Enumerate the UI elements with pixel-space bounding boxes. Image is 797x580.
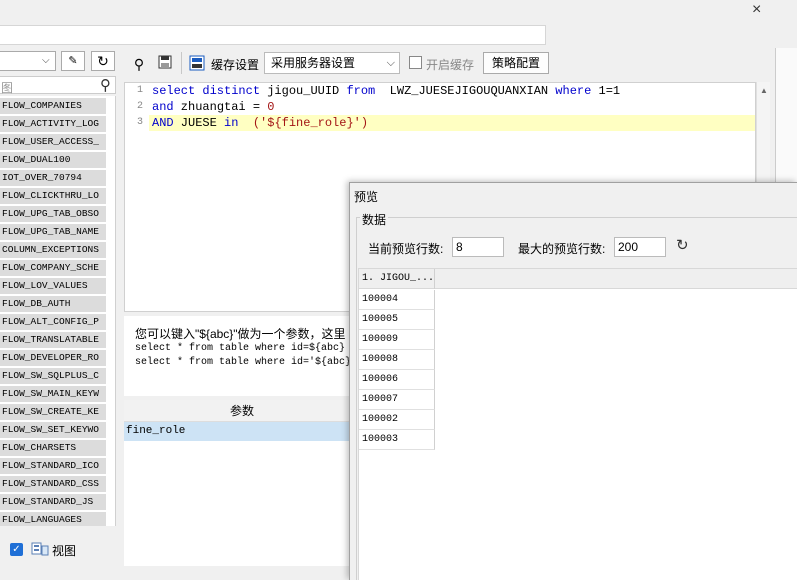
hint-text: 您可以键入"${abc}"做为一个参数，这里	[135, 327, 346, 341]
right-panel-edge	[775, 48, 797, 183]
code-keyword: AND	[152, 116, 174, 130]
current-rows-label: 当前预览行数:	[368, 242, 444, 256]
view-icon	[31, 541, 49, 557]
table-list-item[interactable]: FLOW_CLICKTHRU_LO	[0, 188, 106, 204]
table-list-item[interactable]: FLOW_DEVELOPER_RO	[0, 350, 106, 366]
table-list[interactable]: FLOW_COMPANIES FLOW_ACTIVITY_LOG FLOW_USER…	[0, 96, 116, 526]
code-text: LWZ_JUESEJIGOUQUANXIAN	[375, 84, 556, 98]
max-rows-input[interactable]: 200	[614, 237, 666, 257]
view-label: 视图	[52, 544, 77, 558]
grid-cell[interactable]: 100006	[359, 370, 435, 390]
line-number: 1	[136, 85, 143, 96]
table-list-item[interactable]: FLOW_SW_CREATE_KE	[0, 404, 106, 420]
line-number-gutter: 1 2 3	[125, 83, 149, 311]
table-list-item[interactable]: FLOW_DUAL100	[0, 152, 106, 168]
parameter-hint: 您可以键入"${abc}"做为一个参数，这里 select * from tab…	[124, 316, 360, 396]
table-list-item[interactable]: FLOW_TRANSLATABLE	[0, 332, 106, 348]
table-list-item[interactable]: FLOW_SW_SET_KEYWO	[0, 422, 106, 438]
toolbar-divider	[181, 52, 182, 74]
current-rows-input[interactable]: 8	[452, 237, 504, 257]
grid-cell[interactable]: 100002	[359, 410, 435, 430]
table-list-item[interactable]: FLOW_SW_SQLPLUS_C	[0, 368, 106, 384]
code-line-2[interactable]: and zhuangtai = 0	[152, 99, 274, 115]
code-keyword: and	[152, 100, 174, 114]
table-search-input[interactable]: 图 ⚲	[0, 76, 116, 95]
hint-example: select * from table where id='${abc}'	[135, 357, 358, 368]
code-keyword: from	[346, 84, 376, 98]
table-list-item[interactable]: FLOW_COMPANIES	[0, 98, 106, 114]
table-list-item[interactable]: FLOW_ALT_CONFIG_P	[0, 314, 106, 330]
table-list-item[interactable]: FLOW_STANDARD_ICO	[0, 458, 106, 474]
table-list-item[interactable]: FLOW_LOV_VALUES	[0, 278, 106, 294]
preview-dialog: 预览 数据 当前预览行数: 8 最大的预览行数: 200 ↻ 1. JIGOU_…	[349, 182, 797, 580]
strategy-config-button[interactable]: 策略配置	[483, 52, 549, 74]
code-text: jigou_UUID	[260, 84, 347, 98]
search-sql-icon[interactable]: ⚲	[130, 55, 148, 73]
search-icon[interactable]: ⚲	[100, 76, 111, 94]
parameter-table: 参数 fine_role	[124, 400, 360, 566]
table-list-item[interactable]: FLOW_UPG_TAB_OBSO	[0, 206, 106, 222]
view-checkbox[interactable]: ✓	[10, 543, 23, 556]
save-icon[interactable]	[156, 55, 174, 73]
table-list-item[interactable]: FLOW_CHARSETS	[0, 440, 106, 456]
edit-connection-icon[interactable]: ✎	[61, 51, 85, 71]
table-list-item[interactable]: FLOW_USER_ACCESS_	[0, 134, 106, 150]
grid-cell[interactable]: 100009	[359, 330, 435, 350]
table-list-item[interactable]: FLOW_COMPANY_SCHE	[0, 260, 106, 276]
search-placeholder: 图	[1, 81, 14, 95]
column-header[interactable]: 1. JIGOU_...	[359, 269, 435, 289]
parameter-row[interactable]: fine_role	[124, 422, 360, 441]
line-number: 2	[136, 101, 143, 112]
code-text: 1=1	[591, 84, 621, 98]
enable-cache-label: 开启缓存	[426, 58, 475, 72]
path-input[interactable]	[0, 25, 546, 45]
table-list-item[interactable]: FLOW_DB_AUTH	[0, 296, 106, 312]
preview-title: 预览	[354, 190, 379, 204]
parameter-column-header: 参数	[124, 400, 360, 422]
table-list-item[interactable]: FLOW_SW_MAIN_KEYW	[0, 386, 106, 402]
chevron-down-icon: ⌵	[386, 57, 395, 69]
code-string: ('${fine_role}')	[252, 116, 369, 130]
cache-settings-select[interactable]: 采用服务器设置 ⌵	[264, 52, 400, 74]
hint-example: select * from table where id=${abc}	[135, 343, 346, 354]
table-list-item[interactable]: FLOW_STANDARD_CSS	[0, 476, 106, 492]
table-list-item[interactable]: FLOW_LANGUAGES	[0, 512, 106, 526]
table-list-item[interactable]: COLUMN_EXCEPTIONS	[0, 242, 106, 258]
cache-icon	[188, 55, 206, 73]
code-line-1[interactable]: select distinct jigou_UUID from LWZ_JUES…	[152, 83, 620, 99]
table-list-item[interactable]: IOT_OVER_70794	[0, 170, 106, 186]
result-grid[interactable]: 1. JIGOU_... 100004 100005 100009 100008 100…	[358, 268, 797, 580]
grid-cell[interactable]: 100003	[359, 430, 435, 450]
code-number: 0	[267, 100, 275, 114]
code-keyword: select distinct	[152, 84, 261, 98]
close-icon[interactable]: ×	[752, 0, 768, 20]
code-line-3[interactable]: AND JUESE in ('${fine_role}')	[152, 115, 368, 131]
chevron-down-icon: ⌵	[42, 55, 50, 66]
max-rows-label: 最大的预览行数:	[518, 242, 606, 256]
scroll-up-icon[interactable]: ▲	[760, 86, 768, 95]
table-list-item[interactable]: FLOW_STANDARD_JS	[0, 494, 106, 510]
refresh-icon[interactable]: ↻	[676, 238, 692, 254]
cache-select-value: 采用服务器设置	[271, 56, 356, 70]
table-list-item[interactable]: FLOW_ACTIVITY_LOG	[0, 116, 106, 132]
table-list-item[interactable]: FLOW_UPG_TAB_NAME	[0, 224, 106, 240]
code-text: JUESE	[173, 116, 225, 130]
code-keyword: in	[224, 116, 239, 130]
enable-cache-checkbox[interactable]	[409, 56, 422, 69]
grid-cell[interactable]: 100008	[359, 350, 435, 370]
line-number: 3	[136, 117, 143, 128]
grid-cell[interactable]: 100007	[359, 390, 435, 410]
connection-select[interactable]: ⌵	[0, 51, 56, 71]
cache-settings-label: 缓存设置	[211, 58, 260, 72]
code-text: zhuangtai =	[173, 100, 268, 114]
grid-cell[interactable]: 100004	[359, 290, 435, 310]
grid-cell[interactable]: 100005	[359, 310, 435, 330]
refresh-connection-icon[interactable]: ↻	[91, 51, 115, 71]
code-keyword: where	[555, 84, 592, 98]
data-group-label: 数据	[360, 211, 389, 228]
